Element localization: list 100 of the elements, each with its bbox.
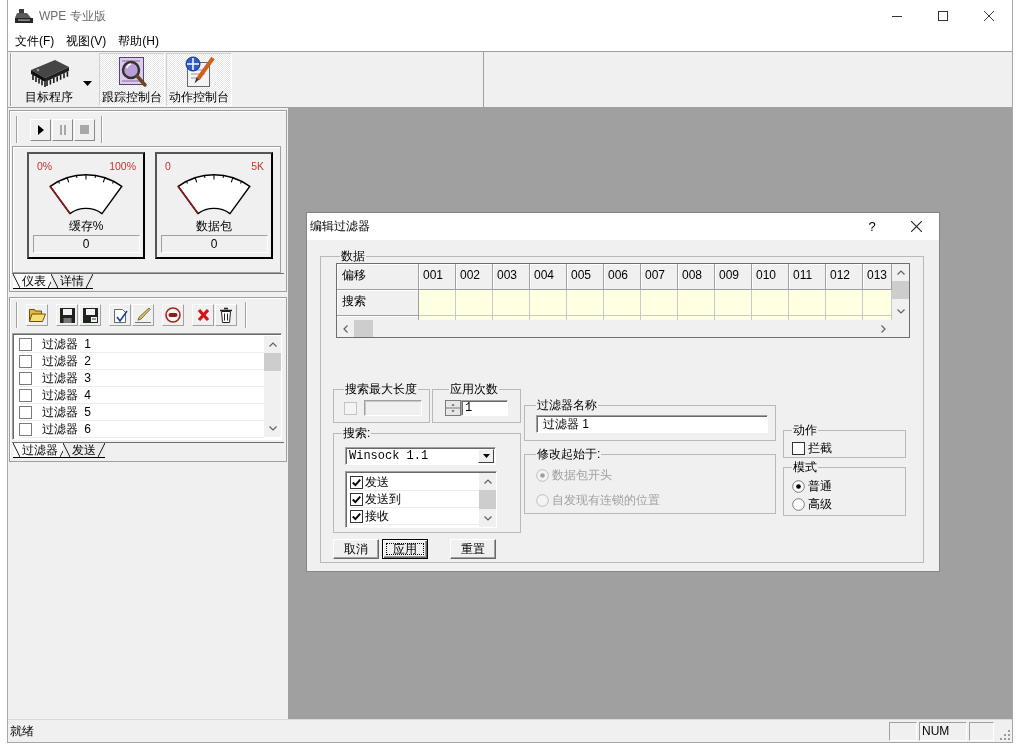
checkbox[interactable] [350, 475, 363, 489]
dropdown[interactable]: Winsock 1.1 [345, 447, 496, 465]
hex-cell[interactable] [789, 290, 826, 316]
list-item[interactable]: 过滤器 6 [42, 421, 91, 437]
hex-cell[interactable] [789, 316, 826, 320]
hex-cell[interactable] [567, 290, 604, 316]
pencil-document-icon [183, 56, 215, 88]
dropdown-button[interactable] [478, 449, 494, 463]
maximize-icon [938, 11, 948, 21]
help-button[interactable]: ? [850, 213, 894, 240]
hex-cell[interactable] [530, 290, 567, 316]
hex-cell[interactable] [419, 290, 456, 316]
hex-cell[interactable] [752, 316, 789, 320]
caret-icon [83, 81, 92, 86]
list-item[interactable]: 过滤器 1 [42, 336, 91, 352]
hex-cell[interactable] [456, 290, 493, 316]
toolbar-button[interactable]: 动作控制台 [166, 53, 232, 106]
checkbox[interactable] [350, 492, 363, 506]
spin-button[interactable] [445, 400, 461, 416]
hex-cell[interactable] [678, 290, 715, 316]
tab[interactable]: 详情 [51, 274, 93, 289]
dialog-button[interactable]: 重置 [450, 539, 496, 559]
hex-cell[interactable] [419, 316, 456, 320]
column-header: 008 [678, 264, 715, 290]
scale-label: 100% [109, 161, 136, 172]
tab[interactable]: 发送 [63, 443, 105, 458]
hex-cell[interactable] [567, 316, 604, 320]
checkbox-label[interactable]: 发送到 [365, 490, 401, 508]
chevron-down-icon [896, 309, 905, 314]
hex-cell[interactable] [752, 290, 789, 316]
hex-cell[interactable] [826, 316, 863, 320]
row-header: 偏移 [337, 264, 419, 290]
toolbar-button[interactable]: 跟踪控制台 [99, 53, 165, 106]
hex-cell[interactable] [641, 290, 678, 316]
play-button[interactable] [30, 118, 51, 141]
checkbox-label[interactable]: 接收 [365, 507, 389, 525]
close-icon [911, 221, 922, 232]
radio-button[interactable] [792, 479, 805, 493]
checkbox[interactable] [19, 354, 32, 368]
hex-cell[interactable] [826, 290, 863, 316]
checkbox[interactable] [19, 371, 32, 385]
checkbox[interactable] [19, 337, 32, 351]
hex-cell[interactable] [493, 290, 530, 316]
hex-cell[interactable] [863, 290, 892, 316]
toolbar-button[interactable] [109, 304, 131, 326]
toolbar-button[interactable] [215, 304, 237, 326]
list-item[interactable]: 过滤器 3 [42, 370, 91, 386]
toolbar-button[interactable]: 目标程序 [13, 53, 98, 106]
hex-cell[interactable] [604, 290, 641, 316]
scrollbar-thumb[interactable] [479, 490, 496, 509]
group-label: 应用次数 [449, 383, 499, 396]
scrollbar-thumb[interactable] [354, 320, 373, 337]
hex-cell[interactable] [530, 316, 567, 320]
toolbar-button[interactable] [162, 304, 184, 326]
minimize-icon [892, 15, 902, 17]
hex-cell[interactable] [493, 316, 530, 320]
vertical-scrollbar[interactable] [479, 473, 496, 527]
scrollbar-thumb[interactable] [264, 353, 281, 371]
input-field[interactable]: 过滤器 1 [536, 415, 768, 433]
check-document-icon [112, 307, 128, 323]
hex-cell[interactable] [678, 316, 715, 320]
column-header: 012 [826, 264, 863, 290]
scale-label: 0 [165, 161, 171, 172]
toolbar-button[interactable] [79, 304, 101, 326]
column-header: 001 [419, 264, 456, 290]
checkbox[interactable] [19, 422, 32, 436]
hex-cell[interactable] [456, 316, 493, 320]
radio-label[interactable]: 高级 [808, 495, 832, 513]
vertical-scrollbar[interactable] [264, 336, 281, 437]
list-item[interactable]: 过滤器 4 [42, 387, 91, 403]
toolbar-button[interactable] [26, 304, 48, 326]
resize-grip-icon[interactable] [998, 728, 1010, 740]
radio-button[interactable] [792, 497, 805, 511]
dialog-button[interactable]: 应用 [382, 539, 428, 559]
hex-cell[interactable] [641, 316, 678, 320]
hex-cell[interactable] [715, 316, 752, 320]
radio-label[interactable]: 普通 [808, 477, 832, 495]
scrollbar-thumb[interactable] [892, 281, 909, 299]
hex-cell[interactable] [604, 316, 641, 320]
checkbox-label[interactable]: 拦截 [808, 439, 832, 457]
chevron-up-icon [896, 270, 905, 275]
checkbox[interactable] [792, 441, 805, 455]
hex-cell[interactable] [715, 290, 752, 316]
scale-label: 5K [251, 161, 264, 172]
list-item[interactable]: 过滤器 2 [42, 353, 91, 369]
checkbox[interactable] [19, 388, 32, 402]
close-icon [984, 11, 994, 21]
dialog-button[interactable]: 取消 [333, 539, 379, 559]
group-label: 模式 [792, 461, 818, 474]
checkbox[interactable] [350, 509, 363, 523]
input-field[interactable]: 1 [461, 400, 508, 416]
checkbox[interactable] [19, 405, 32, 419]
menu-item[interactable]: 帮助(H) [112, 33, 165, 50]
window-title: WPE 专业版 [39, 7, 106, 25]
list-item[interactable]: 过滤器 5 [42, 404, 91, 420]
hex-cell[interactable] [863, 316, 892, 320]
menu-item[interactable]: 文件(F) [9, 33, 61, 50]
checkbox-label[interactable]: 发送 [365, 473, 389, 491]
menu-item[interactable]: 视图(V) [60, 33, 113, 50]
toolbar-button[interactable] [56, 304, 78, 326]
